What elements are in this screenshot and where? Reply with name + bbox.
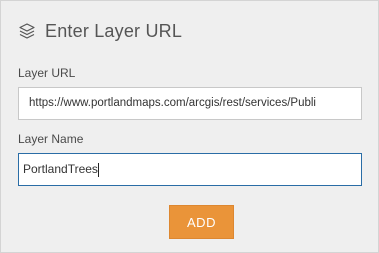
- add-button[interactable]: ADD: [169, 205, 234, 239]
- enter-layer-url-panel: Enter Layer URL Layer URL https://www.po…: [0, 0, 379, 253]
- panel-header: Enter Layer URL: [18, 19, 182, 43]
- layer-url-input[interactable]: https://www.portlandmaps.com/arcgis/rest…: [18, 87, 362, 120]
- layer-name-value: PortlandTrees: [23, 162, 98, 176]
- layers-icon: [18, 22, 36, 40]
- layer-url-label: Layer URL: [18, 66, 76, 80]
- layer-name-label: Layer Name: [18, 132, 84, 146]
- layer-name-input[interactable]: PortlandTrees: [18, 153, 362, 186]
- page-title: Enter Layer URL: [45, 20, 183, 41]
- text-caret: [97, 162, 99, 177]
